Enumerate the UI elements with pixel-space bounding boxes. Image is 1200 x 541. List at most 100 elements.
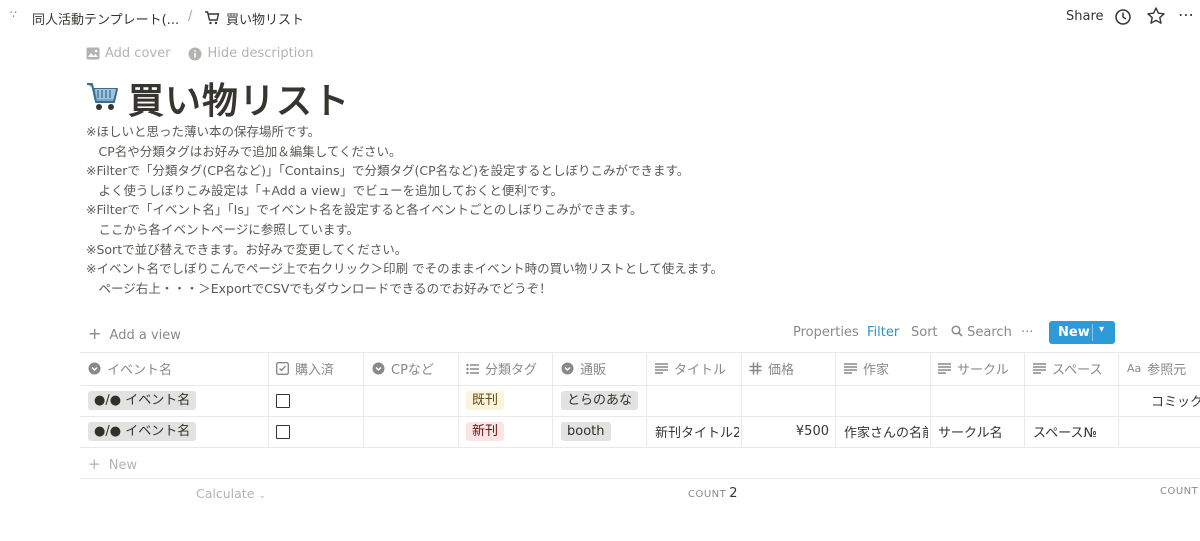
event-tag: ●/● イベント名	[88, 391, 197, 410]
sort-button[interactable]: Sort	[911, 325, 938, 340]
page-controls: Add cover Hide description	[86, 46, 314, 61]
table-row-2-event[interactable]: ●/● イベント名	[88, 416, 266, 447]
hide-description-button[interactable]: Hide description	[188, 46, 314, 61]
more-view-options-button[interactable]: ···	[1021, 325, 1033, 340]
purchased-checkbox[interactable]	[276, 424, 290, 439]
table-row-1-ref[interactable]: コミック	[1151, 385, 1200, 416]
table-row-1-shop[interactable]: とらのあな	[561, 385, 644, 416]
description-line: よく使うしぼりこみ設定は「+Add a view」でビューを追加しておくと便利で…	[86, 182, 564, 198]
breadcrumb-page[interactable]: 買い物リスト	[226, 9, 304, 28]
divider	[80, 478, 1200, 479]
cart-icon	[204, 10, 220, 29]
column-header-space[interactable]: スペース	[1033, 352, 1117, 385]
add-cover-button[interactable]: Add cover	[86, 46, 170, 61]
space-text: スペース№	[1033, 426, 1097, 441]
description-line: ※ほしいと思った薄い本の保存場所です。	[86, 124, 321, 139]
column-divider	[1024, 352, 1025, 447]
table-row-2-space[interactable]: スペース№	[1033, 416, 1117, 447]
new-button-label: New	[1058, 325, 1090, 340]
divider	[80, 447, 1200, 448]
column-header-circle[interactable]: サークル	[938, 352, 1022, 385]
page-icon: ∵	[10, 8, 17, 21]
column-header-tags[interactable]: 分類タグ	[466, 352, 550, 385]
text-icon	[655, 363, 668, 374]
column-header-title[interactable]: タイトル	[655, 352, 739, 385]
column-header-label: イベント名	[107, 363, 173, 378]
add-row-label: New	[108, 458, 138, 473]
column-header-label: 購入済	[295, 363, 335, 378]
image-icon	[86, 47, 100, 60]
column-divider	[835, 352, 836, 447]
column-divider	[930, 352, 931, 447]
table-row-2-price[interactable]: ¥500	[749, 416, 829, 447]
search-label: Search	[967, 325, 1012, 340]
add-view-button[interactable]: + Add a view	[88, 324, 181, 343]
description-line: ページ右上・・・＞ExportでCSVでもダウンロードできるのでお好みでどうぞ！	[86, 280, 552, 296]
calculate-label: Calculate	[196, 486, 255, 501]
page-title[interactable]: 買い物リスト	[128, 72, 350, 124]
new-button[interactable]: New ▾	[1049, 321, 1115, 344]
text-icon	[1033, 363, 1046, 374]
search-button[interactable]: Search	[951, 325, 1012, 340]
breadcrumb-separator: /	[188, 9, 193, 24]
title-text: 新刊タイトル2	[655, 426, 739, 441]
count-summary[interactable]: COUNT 2	[688, 486, 738, 501]
column-header-label: 価格	[768, 363, 795, 378]
plus-icon: +	[88, 455, 101, 473]
description-line: ※Sortで並び替えできます。お好みで変更してください。	[86, 241, 408, 257]
column-header-shop[interactable]: 通販	[561, 352, 644, 385]
table-row-1-event[interactable]: ●/● イベント名	[88, 385, 266, 416]
plus-icon: +	[88, 324, 102, 343]
column-header-label: サークル	[957, 363, 1009, 378]
table-row-2-purchased[interactable]	[276, 416, 361, 447]
share-button[interactable]: Share	[1066, 9, 1104, 24]
column-header-label: 分類タグ	[485, 363, 538, 378]
favorite-star-icon[interactable]	[1146, 6, 1166, 30]
count-summary-right[interactable]: COUNT	[1160, 486, 1198, 497]
add-view-label: Add a view	[109, 328, 181, 343]
add-cover-label: Add cover	[105, 46, 171, 61]
more-options-icon[interactable]: ⋯	[1178, 5, 1194, 24]
properties-button[interactable]: Properties	[793, 325, 859, 340]
table-row-2-title[interactable]: 新刊タイトル2	[655, 416, 739, 447]
column-header-cp[interactable]: CPなど	[372, 352, 456, 385]
count-label: COUNT	[1160, 486, 1199, 497]
column-header-label: タイトル	[674, 363, 727, 378]
description-line: CP名や分類タグはお好みで追加＆編集してください。	[86, 143, 402, 159]
column-header-ref[interactable]: Aa 参照元	[1127, 352, 1200, 385]
chevron-down-icon[interactable]: ▾	[1099, 324, 1104, 335]
text-icon	[938, 363, 951, 374]
add-row-button[interactable]: + New	[88, 455, 137, 473]
purchased-checkbox[interactable]	[276, 393, 290, 408]
breadcrumb-workspace[interactable]: 同人活動テンプレート(...	[32, 9, 179, 28]
column-header-label: CPなど	[391, 363, 434, 378]
shopping-cart-icon	[86, 80, 120, 116]
table-row-2-tags[interactable]: 新刊	[466, 416, 550, 447]
calculate-button[interactable]: Calculate ⌄	[196, 486, 266, 501]
column-header-label: 参照元	[1147, 363, 1187, 378]
table-row-2-shop[interactable]: booth	[561, 416, 644, 447]
page-description[interactable]: ※ほしいと思った薄い本の保存場所です。 CP名や分類タグはお好みで追加＆編集して…	[86, 122, 723, 298]
table-row-1-tags[interactable]: 既刊	[466, 385, 550, 416]
topbar: ∵ 同人活動テンプレート(... / 買い物リスト Share ⋯	[0, 0, 1200, 34]
event-tag: ●/● イベント名	[88, 422, 197, 441]
select-icon	[561, 362, 574, 375]
filter-button[interactable]: Filter	[867, 325, 899, 340]
table-row-1-purchased[interactable]	[276, 385, 361, 416]
column-header-purchased[interactable]: 購入済	[276, 352, 361, 385]
chevron-down-icon: ⌄	[258, 491, 266, 501]
price-text: ¥500	[795, 424, 829, 439]
column-header-event[interactable]: イベント名	[88, 352, 266, 385]
search-icon	[951, 325, 963, 337]
column-header-price[interactable]: 価格	[749, 352, 833, 385]
circle-text: サークル名	[938, 426, 1003, 441]
table-row-2-circle[interactable]: サークル名	[938, 416, 1022, 447]
column-header-author[interactable]: 作家	[844, 352, 928, 385]
column-divider	[552, 352, 553, 447]
description-line: ※Filterで「分類タグ(CP名など)」「Contains」で分類タグ(CP名…	[86, 163, 690, 179]
table-row-2-author[interactable]: 作家さんの名前	[844, 416, 928, 447]
title-icon: Aa	[1127, 362, 1142, 375]
column-divider	[268, 352, 269, 447]
history-icon[interactable]	[1114, 8, 1132, 30]
page-header: 買い物リスト	[86, 72, 350, 124]
